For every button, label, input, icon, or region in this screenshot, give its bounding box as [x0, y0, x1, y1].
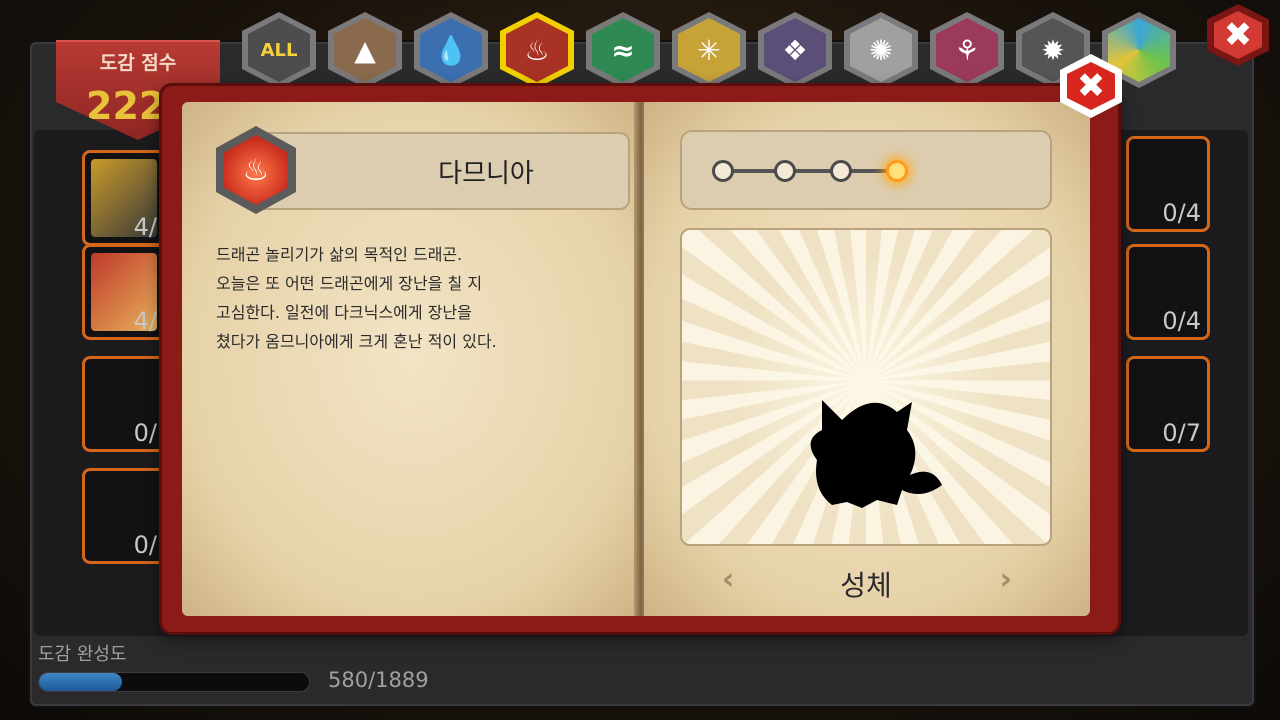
monster-card[interactable]: 0/4 — [1126, 244, 1210, 340]
fire-element-icon: ♨ — [506, 18, 568, 82]
name-box: 다므니아 — [242, 132, 630, 210]
completion-bar — [38, 672, 310, 692]
stage-dot-4[interactable] — [886, 160, 908, 182]
evolution-stage-box — [680, 130, 1052, 210]
score-value: 222 — [86, 84, 166, 128]
card-count: 0/4 — [1162, 199, 1201, 227]
stage-dot-3[interactable] — [830, 160, 852, 182]
monster-card[interactable]: 4/ — [82, 244, 166, 340]
monster-card[interactable]: 0/7 — [1126, 356, 1210, 452]
stage-dot-2[interactable] — [774, 160, 796, 182]
monster-card[interactable]: 4/ — [82, 150, 166, 246]
stage-track — [720, 169, 896, 173]
earth-element-icon: ▲ — [334, 18, 396, 82]
blood-element-icon: ⚘ — [936, 18, 998, 82]
close-icon: ✖ — [1067, 62, 1115, 110]
card-count: 4/ — [133, 307, 157, 335]
book-left-page: 다므니아 ♨ 드래곤 놀리기가 삶의 목적인 드래곤. 오늘은 또 어떤 드래곤… — [182, 102, 642, 616]
form-label: 성체 — [840, 569, 892, 602]
monster-portrait — [680, 228, 1052, 546]
close-icon: ✖ — [1214, 11, 1262, 59]
monster-card[interactable]: 0/ — [82, 356, 166, 452]
metal-element-icon: ✺ — [850, 18, 912, 82]
monster-description: 드래곤 놀리기가 삶의 목적인 드래곤. 오늘은 또 어떤 드래곤에게 장난을 … — [216, 245, 497, 351]
completion-fill — [39, 673, 122, 691]
card-count: 0/ — [133, 419, 157, 447]
score-label: 도감 점수 — [99, 52, 177, 74]
all-icon: ALL — [248, 18, 310, 82]
monster-detail-book: 다므니아 ♨ 드래곤 놀리기가 삶의 목적인 드래곤. 오늘은 또 어떤 드래곤… — [162, 86, 1118, 632]
monster-card[interactable]: 0/4 — [1126, 136, 1210, 232]
wind-element-icon: ≈ — [592, 18, 654, 82]
card-count: 4/ — [133, 213, 157, 241]
completion-label: 도감 완성도 — [38, 644, 127, 665]
monster-name: 다므니아 — [438, 158, 534, 189]
monster-card[interactable]: 0/ — [82, 468, 166, 564]
light-element-icon: ✳ — [678, 18, 740, 82]
monster-silhouette — [810, 400, 942, 508]
water-element-icon: 💧 — [420, 18, 482, 82]
card-count: 0/ — [133, 531, 157, 559]
next-form-button[interactable]: › — [1000, 562, 1012, 597]
book-right-page: ‹ 성체 › — [644, 102, 1090, 616]
dark-element-icon: ❖ — [764, 18, 826, 82]
completion-text: 580/1889 — [328, 668, 429, 692]
form-navigator: ‹ 성체 › — [680, 558, 1052, 604]
stage-dot-1[interactable] — [712, 160, 734, 182]
card-count: 0/4 — [1162, 307, 1201, 335]
card-count: 0/7 — [1162, 419, 1201, 447]
